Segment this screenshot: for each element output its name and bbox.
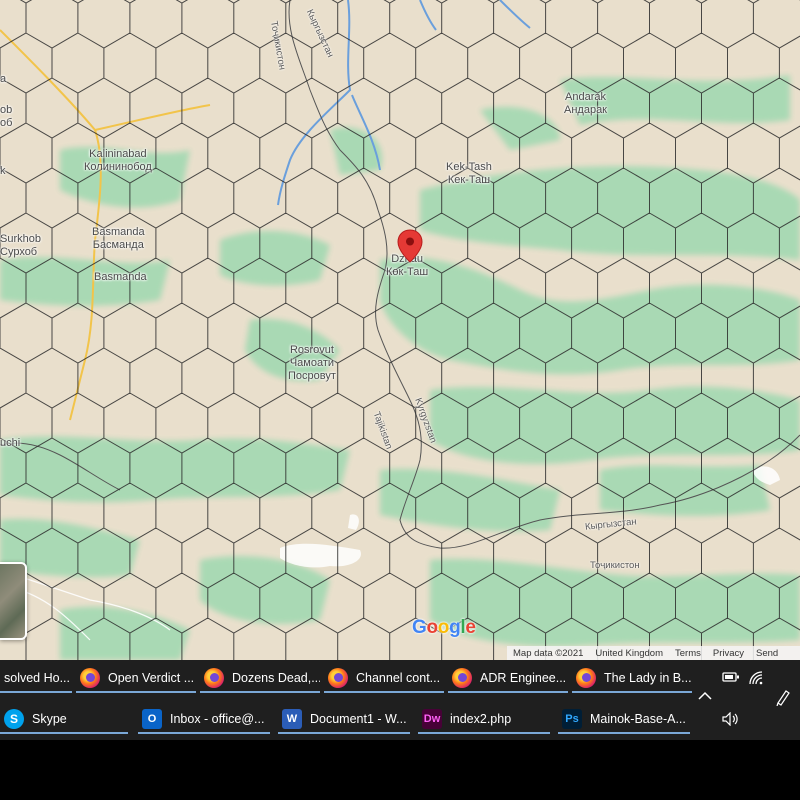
taskbar-item-label: Skype <box>32 712 67 726</box>
volume-icon[interactable] <box>722 711 740 729</box>
google-logo: Google <box>412 617 476 638</box>
wifi-icon[interactable] <box>748 670 764 689</box>
pen-icon[interactable] <box>775 688 791 709</box>
photoshop-icon: Ps <box>562 709 582 729</box>
place-andarak: Andarak Андарак <box>564 91 607 116</box>
place-surkhob: Surkhob Сурхоб <box>0 233 41 258</box>
place-edge-a: a <box>0 73 7 85</box>
map-pin-icon[interactable] <box>397 229 423 263</box>
place-rosrovut: Rosrovut Чамоати Посровут <box>288 344 336 382</box>
taskbar-item-label: ADR Enginee... <box>480 671 567 685</box>
place-kalininabad: Kalininabad Колининобод <box>84 148 152 173</box>
taskbar-item-lady[interactable]: The Lady in B... <box>572 662 692 694</box>
taskbar-item-photoshop[interactable]: Ps Mainok-Base-A... <box>558 703 690 735</box>
taskbar-item-label: Inbox - office@... <box>170 712 265 726</box>
taskbar-item-open-verdict[interactable]: Open Verdict ... <box>76 662 196 694</box>
taskbar-item-outlook[interactable]: O Inbox - office@... <box>138 703 270 735</box>
firefox-icon <box>452 668 472 688</box>
firefox-icon <box>80 668 100 688</box>
place-edge-k: k <box>0 165 6 177</box>
battery-icon[interactable] <box>722 670 740 687</box>
taskbar-item-label: index2.php <box>450 712 512 726</box>
taskbar-item-label: Open Verdict ... <box>108 671 195 685</box>
taskbar-item-adr-engineer[interactable]: ADR Enginee... <box>448 662 568 694</box>
taskbar-item-dozens-dead[interactable]: Dozens Dead,... <box>200 662 320 694</box>
firefox-icon <box>576 668 596 688</box>
map-data-credit: Map data ©2021 <box>513 647 584 659</box>
taskbar-item-label: solved Ho... <box>4 671 71 685</box>
taskbar-item-label: Document1 - W... <box>310 712 407 726</box>
taskbar-item-label: Dozens Dead,... <box>232 671 320 685</box>
black-bottom-area <box>0 740 800 800</box>
map-view[interactable]: Kalininabad Колининобод Basmanda Басманда … <box>0 0 800 660</box>
taskbar-item-label: Channel cont... <box>356 671 441 685</box>
place-kek-tash: Kek-Tash Кек-Таш <box>446 161 492 186</box>
place-basmanda-2: Basmanda <box>94 271 147 283</box>
privacy-link[interactable]: Privacy <box>707 648 750 659</box>
taskbar-item-label: Mainok-Base-A... <box>590 712 686 726</box>
firefox-icon <box>328 668 348 688</box>
place-basmanda: Basmanda Басманда <box>92 226 145 251</box>
region-link[interactable]: United Kingdom <box>589 648 669 659</box>
skype-icon: S <box>4 709 24 729</box>
taskbar-item-channel[interactable]: Channel cont... <box>324 662 444 694</box>
taskbar-item-dreamweaver[interactable]: Dw index2.php <box>418 703 550 735</box>
map-attribution-bar: Map data ©2021 United Kingdom Terms Priv… <box>507 646 800 660</box>
send-feedback-link[interactable]: Send <box>750 648 784 659</box>
word-icon: W <box>282 709 302 729</box>
border-label-tojikiston-bottom: Тоҷикистон <box>590 560 640 571</box>
outlook-icon: O <box>142 709 162 729</box>
firefox-icon <box>204 668 224 688</box>
taskbar-item-label: The Lady in B... <box>604 671 692 685</box>
taskbar: solved Ho... Open Verdict ... Dozens Dea… <box>0 660 800 740</box>
map-terrain <box>0 0 800 660</box>
taskbar-item-word[interactable]: W Document1 - W... <box>278 703 410 735</box>
place-edge-ob: ob об <box>0 104 13 129</box>
place-edge-uchi: uchi <box>0 437 21 449</box>
dreamweaver-icon: Dw <box>422 709 442 729</box>
taskbar-item-solved[interactable]: solved Ho... <box>0 662 72 694</box>
satellite-layer-toggle[interactable] <box>0 562 27 640</box>
taskbar-item-skype[interactable]: S Skype <box>0 703 128 735</box>
tray-chevron-up-icon[interactable] <box>698 688 712 704</box>
terms-link[interactable]: Terms <box>669 648 707 659</box>
